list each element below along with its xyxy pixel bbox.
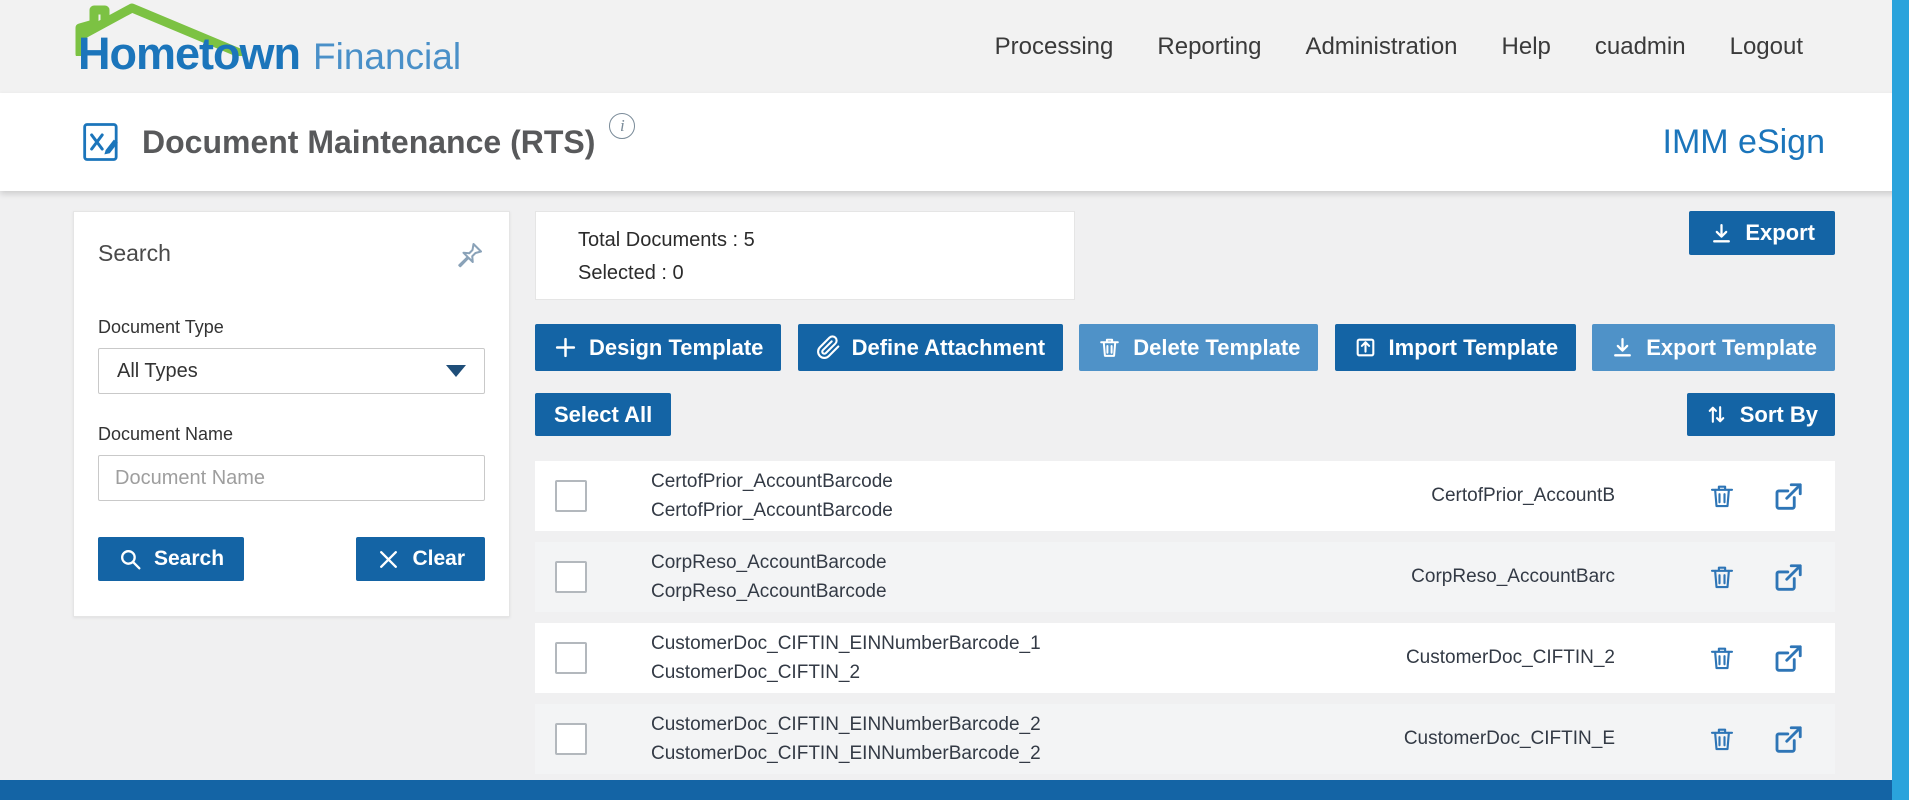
export-button-label: Export xyxy=(1745,220,1815,245)
document-short-name: CorpReso_AccountBarc xyxy=(1411,566,1615,587)
document-row: CorpReso_AccountBarcode CorpReso_Account… xyxy=(535,542,1835,612)
clear-button-label: Clear xyxy=(412,547,465,570)
search-button-label: Search xyxy=(154,547,225,570)
document-row: CertofPrior_AccountBarcode CertofPrior_A… xyxy=(535,461,1835,531)
nav-item-processing[interactable]: Processing xyxy=(995,33,1114,61)
document-name-input[interactable] xyxy=(98,455,485,501)
plus-icon xyxy=(553,335,578,360)
accent-scroll-strip xyxy=(1892,0,1909,800)
document-name: CorpReso_AccountBarcode xyxy=(651,551,887,573)
open-external-icon xyxy=(1771,478,1807,514)
open-external-icon xyxy=(1771,640,1807,676)
import-icon xyxy=(1353,335,1378,360)
import-template-button[interactable]: Import Template xyxy=(1334,324,1577,371)
document-row: CustomerDoc_CIFTIN_EINNumberBarcode_1 Cu… xyxy=(535,623,1835,693)
nav-item-logout[interactable]: Logout xyxy=(1730,33,1803,61)
brand-name: Hometown xyxy=(78,27,301,79)
document-type-select[interactable]: All Types xyxy=(98,348,485,394)
nav-item-help[interactable]: Help xyxy=(1502,33,1551,61)
document-checkbox[interactable] xyxy=(555,723,587,755)
trash-icon xyxy=(1707,724,1737,754)
delete-template-button[interactable]: Delete Template xyxy=(1079,324,1319,371)
x-icon xyxy=(376,547,401,572)
info-icon[interactable] xyxy=(609,113,636,139)
sort-icon xyxy=(1704,402,1729,427)
select-all-button[interactable]: Select All xyxy=(535,393,672,436)
brand-subname: Financial xyxy=(313,35,462,77)
bottom-bar xyxy=(0,780,1920,800)
select-all-label: Select All xyxy=(554,401,653,427)
open-external-icon xyxy=(1771,721,1807,757)
delete-document-button[interactable] xyxy=(1707,724,1737,754)
trash-icon xyxy=(1707,481,1737,511)
document-type-label: Document Type xyxy=(98,317,224,337)
document-description: CustomerDoc_CIFTIN_2 xyxy=(651,661,861,683)
document-short-name: CustomerDoc_CIFTIN_2 xyxy=(1405,647,1615,668)
document-row: CustomerDoc_CIFTIN_EINNumberBarcode_2 Cu… xyxy=(535,704,1835,774)
total-documents-value: 5 xyxy=(743,229,755,251)
chevron-down-icon xyxy=(446,365,466,377)
template-toolbar: Design Template Define Attachment Delete… xyxy=(535,324,1835,371)
brand-logo: Hometown Financial xyxy=(75,3,462,80)
pin-icon[interactable] xyxy=(455,240,485,275)
delete-document-button[interactable] xyxy=(1707,481,1737,511)
search-icon xyxy=(118,547,143,572)
export-document-button[interactable] xyxy=(1771,559,1807,595)
document-short-name: CustomerDoc_CIFTIN_E xyxy=(1403,728,1615,749)
paperclip-icon xyxy=(816,335,841,360)
nav-item-cuadmin[interactable]: cuadmin xyxy=(1595,33,1686,61)
delete-document-button[interactable] xyxy=(1707,643,1737,673)
document-checkbox[interactable] xyxy=(555,561,587,593)
sort-by-button[interactable]: Sort By xyxy=(1686,393,1835,436)
document-name: CertofPrior_AccountBarcode xyxy=(651,470,893,492)
document-type-value: All Types xyxy=(117,359,198,382)
document-description: CorpReso_AccountBarcode xyxy=(651,580,887,602)
document-short-name: CertofPrior_AccountB xyxy=(1431,485,1615,506)
document-name: CustomerDoc_CIFTIN_EINNumberBarcode_1 xyxy=(651,632,1041,654)
trash-icon xyxy=(1097,335,1122,360)
clear-button[interactable]: Clear xyxy=(356,537,485,581)
nav-item-administration[interactable]: Administration xyxy=(1305,33,1457,61)
define-attachment-button[interactable]: Define Attachment xyxy=(797,324,1064,371)
download-icon xyxy=(1610,335,1635,360)
search-panel-title: Search xyxy=(98,240,171,266)
export-document-button[interactable] xyxy=(1771,640,1807,676)
document-checkbox[interactable] xyxy=(555,642,587,674)
trash-icon xyxy=(1707,643,1737,673)
document-maintenance-icon xyxy=(83,123,118,161)
export-document-button[interactable] xyxy=(1771,721,1807,757)
export-document-button[interactable] xyxy=(1771,478,1807,514)
edge-gutter xyxy=(1909,0,1920,800)
search-panel: Search Document Type All Types Document … xyxy=(73,211,510,617)
document-description: CertofPrior_AccountBarcode xyxy=(651,499,893,521)
open-external-icon xyxy=(1771,559,1807,595)
document-description: CustomerDoc_CIFTIN_EINNumberBarcode_2 xyxy=(651,742,1041,764)
document-name: CustomerDoc_CIFTIN_EINNumberBarcode_2 xyxy=(651,713,1041,735)
design-template-button[interactable]: Design Template xyxy=(535,324,782,371)
content-area: Total Documents : 5 Selected : 0 Export xyxy=(535,211,1835,800)
delete-document-button[interactable] xyxy=(1707,562,1737,592)
main-content: Search Document Type All Types Document … xyxy=(0,191,1920,800)
download-icon xyxy=(1709,221,1734,246)
document-name-label: Document Name xyxy=(98,424,234,444)
selected-label: Selected : xyxy=(578,262,667,284)
export-button[interactable]: Export xyxy=(1689,211,1835,255)
export-template-button[interactable]: Export Template xyxy=(1592,324,1835,371)
product-name: IMM eSign xyxy=(1662,122,1826,161)
search-button[interactable]: Search xyxy=(98,537,245,581)
sort-by-label: Sort By xyxy=(1739,401,1818,427)
document-list: CertofPrior_AccountBarcode CertofPrior_A… xyxy=(535,461,1835,774)
selected-value: 0 xyxy=(672,262,684,284)
summary-box: Total Documents : 5 Selected : 0 xyxy=(535,211,1075,300)
title-bar: Document Maintenance (RTS) IMM eSign xyxy=(0,93,1920,191)
document-checkbox[interactable] xyxy=(555,480,587,512)
trash-icon xyxy=(1707,562,1737,592)
nav-item-reporting[interactable]: Reporting xyxy=(1157,33,1261,61)
page-title: Document Maintenance (RTS) xyxy=(142,123,596,160)
total-documents-label: Total Documents : xyxy=(578,229,739,251)
top-bar: Hometown Financial Processing Reporting … xyxy=(0,0,1920,93)
top-nav: Processing Reporting Administration Help… xyxy=(995,33,1803,61)
